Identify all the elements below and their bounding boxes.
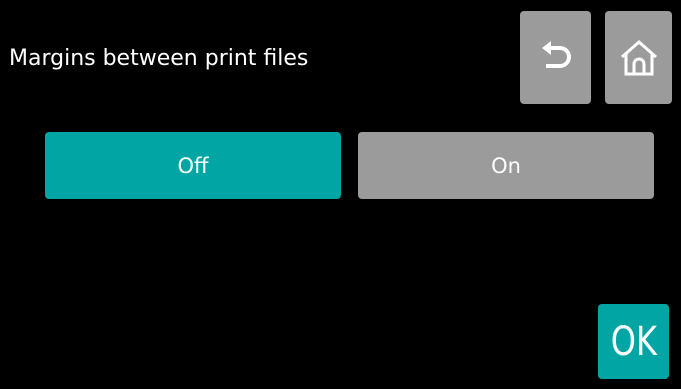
- on-option-button[interactable]: On: [358, 132, 654, 199]
- off-option-label: Off: [177, 153, 209, 178]
- page-title: Margins between print files: [9, 46, 309, 71]
- home-icon: [618, 38, 660, 78]
- home-button[interactable]: [605, 11, 672, 104]
- off-option-button[interactable]: Off: [45, 132, 341, 199]
- ok-label: OK: [610, 318, 657, 365]
- on-option-label: On: [491, 153, 521, 178]
- undo-arrow-icon: [536, 38, 576, 78]
- ok-button[interactable]: OK: [598, 304, 669, 379]
- settings-screen: Margins between print files Off On OK: [0, 0, 681, 389]
- back-button[interactable]: [520, 11, 591, 104]
